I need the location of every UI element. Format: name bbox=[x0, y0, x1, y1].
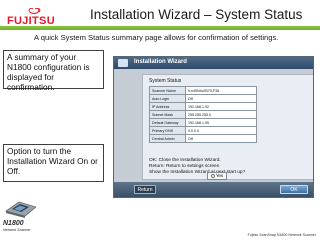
show-wizard-yes-toggle[interactable]: Yes bbox=[207, 172, 227, 180]
info-text: OK: Close the Installation Wizard. Retur… bbox=[149, 158, 245, 176]
window-titlebar: Installation Wizard bbox=[114, 57, 313, 69]
row-value: 192.168.1.95 bbox=[185, 118, 257, 127]
row-key: Central Admin bbox=[149, 134, 186, 143]
ok-button[interactable]: OK bbox=[280, 185, 308, 194]
wizard-icon bbox=[118, 59, 128, 67]
row-value: fi-n45N4c2B70-F36 bbox=[185, 86, 257, 95]
info-line-question: Show the Installation Wizard at next sta… bbox=[149, 169, 246, 175]
status-table: Scanner Name fi-n45N4c2B70-F36 Auto Login… bbox=[149, 86, 257, 143]
slide-subtitle: A quick System Status summary page allow… bbox=[34, 33, 279, 42]
table-row: Auto Login Off bbox=[149, 94, 257, 103]
slide-footer: Fujitsu ScanSnap N1800 Network Scanner bbox=[247, 233, 316, 237]
wizard-toggle-callout: Option to turn the Installation Wizard O… bbox=[3, 144, 104, 182]
title-divider bbox=[0, 26, 320, 30]
table-row: Primary DNS 0.0.0.0 bbox=[149, 126, 257, 135]
device-screen: Installation Wizard System Status Scanne… bbox=[113, 56, 314, 198]
row-value: Off bbox=[185, 134, 257, 143]
fujitsu-logo: FUJITSU bbox=[7, 8, 55, 26]
window-title: Installation Wizard bbox=[134, 59, 187, 65]
summary-callout: A summary of your N1800 configuration is… bbox=[3, 50, 104, 92]
row-value: Off bbox=[185, 94, 257, 103]
row-key: Auto Login bbox=[149, 94, 186, 103]
window-bottombar: Return OK bbox=[114, 182, 313, 197]
yes-label: Yes bbox=[215, 173, 224, 178]
logo-text: FUJITSU bbox=[7, 15, 55, 26]
row-key: IP Address bbox=[149, 102, 186, 111]
yes-checkbox[interactable] bbox=[210, 173, 215, 178]
row-key: Default Gateway bbox=[149, 118, 186, 127]
row-key: Primary DNS bbox=[149, 126, 186, 135]
row-key: Scanner Name bbox=[149, 86, 186, 95]
table-row: Scanner Name fi-n45N4c2B70-F36 bbox=[149, 86, 257, 95]
product-subtitle: Network Scanner bbox=[3, 228, 31, 232]
table-row: Subnet Mask 255.255.255.0 bbox=[149, 110, 257, 119]
table-row: Default Gateway 192.168.1.95 bbox=[149, 118, 257, 127]
scanner-device-image bbox=[5, 201, 37, 218]
table-row: IP Address 192.168.1.92 bbox=[149, 102, 257, 111]
row-value: 192.168.1.92 bbox=[185, 102, 257, 111]
table-row: Central Admin Off bbox=[149, 134, 257, 143]
row-value: 0.0.0.0 bbox=[185, 126, 257, 135]
panel-heading: System Status bbox=[149, 78, 182, 84]
slide-title: Installation Wizard – System Status bbox=[90, 7, 303, 22]
row-key: Subnet Mask bbox=[149, 110, 186, 119]
return-button[interactable]: Return bbox=[134, 185, 156, 194]
row-value: 255.255.255.0 bbox=[185, 110, 257, 119]
system-status-panel: System Status Scanner Name fi-n45N4c2B70-… bbox=[142, 74, 313, 180]
product-name: N1800 bbox=[3, 220, 24, 227]
